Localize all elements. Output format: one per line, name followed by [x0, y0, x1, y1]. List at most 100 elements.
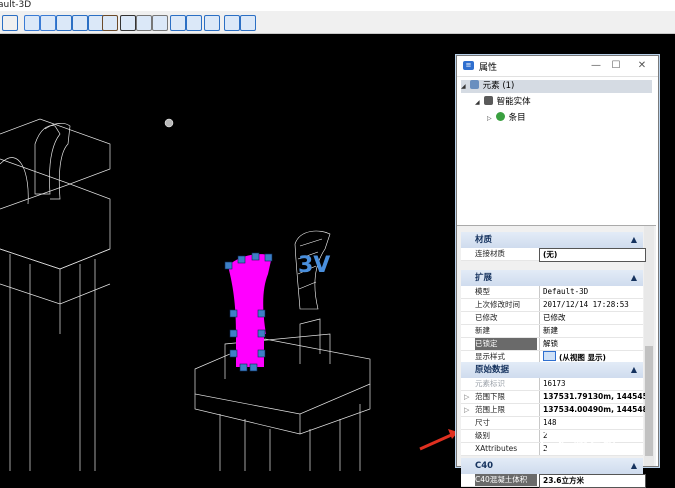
- window-title: ault-3D: [0, 0, 32, 10]
- property-label: 范围下限: [475, 392, 505, 401]
- property-section: C40 ▲ C40混凝土体积 23.6立方米: [461, 458, 646, 488]
- property-value-text: 2017/12/14 17:28:53: [543, 300, 629, 309]
- properties-panel: ≡ 属性 — ☐ ✕ ◢ 元素 (1) ◢ 智能实体 ▷ 条目 材质 ▲ 连接材质 (无) 扩展 ▲…: [456, 55, 659, 488]
- property-value[interactable]: 137534.00490m, 144548.: [539, 404, 645, 416]
- zoom-window-icon[interactable]: [56, 15, 72, 31]
- fit-view-icon[interactable]: [72, 15, 88, 31]
- property-value[interactable]: 解锁: [539, 338, 645, 350]
- tree-item[interactable]: ▷ 条目: [487, 112, 526, 125]
- section-header[interactable]: 扩展 ▲: [461, 270, 643, 286]
- properties-app-icon: ≡: [463, 61, 474, 70]
- panel-title: 属性: [479, 63, 498, 73]
- property-grid: 材质 ▲ 连接材质 (无) 扩展 ▲ 模型 Default-3D 上次修改时间 2017/12/1…: [457, 226, 656, 488]
- section-header[interactable]: 材质 ▲: [461, 232, 643, 248]
- property-label: 范围上限: [475, 405, 505, 414]
- tree-item-label: 条目: [508, 113, 526, 123]
- property-label: 已锁定: [475, 338, 537, 350]
- section-header[interactable]: C40 ▲: [461, 458, 643, 474]
- property-row[interactable]: 已锁定 解锁: [461, 338, 643, 351]
- view-next-icon[interactable]: [186, 15, 202, 31]
- property-row[interactable]: ▷ 范围上限 137534.00490m, 144548.: [461, 404, 645, 417]
- property-value[interactable]: (无): [539, 248, 646, 262]
- property-value[interactable]: 16173: [539, 378, 645, 390]
- property-label: C40混凝土体积: [475, 474, 537, 486]
- close-button[interactable]: ✕: [634, 59, 650, 73]
- property-row[interactable]: 上次修改时间 2017/12/14 17:28:53: [461, 299, 643, 312]
- maximize-button[interactable]: ☐: [608, 59, 624, 73]
- expand-toggle-icon[interactable]: ◢: [475, 96, 480, 109]
- tree-item-label: 元素 (1): [482, 81, 515, 91]
- watermark-logo-icon: [541, 431, 561, 451]
- property-label: 级别: [475, 431, 490, 440]
- property-label: 模型: [475, 287, 490, 296]
- property-row[interactable]: 连接材质 (无): [461, 248, 646, 262]
- zoom-out-icon[interactable]: [40, 15, 56, 31]
- property-row[interactable]: C40混凝土体积 23.6立方米: [461, 474, 646, 488]
- window-title-bar: ault-3D: [0, 0, 675, 11]
- tree-item-label: 智能实体: [496, 97, 531, 107]
- property-value-text: (从视图 显示): [559, 353, 606, 362]
- fly-icon[interactable]: [136, 15, 152, 31]
- property-value[interactable]: Default-3D: [539, 286, 645, 298]
- smart-solid-icon: [483, 96, 493, 105]
- property-value[interactable]: 已修改: [539, 312, 645, 324]
- collapse-chevron-icon[interactable]: ▲: [631, 362, 637, 378]
- render-icon[interactable]: [240, 15, 256, 31]
- viewport-3d-label: 3V: [298, 253, 330, 278]
- pan-icon[interactable]: [102, 15, 118, 31]
- property-section: 材质 ▲ 连接材质 (无): [461, 232, 646, 262]
- tree-item[interactable]: ◢ 元素 (1): [461, 80, 652, 93]
- property-label: 尺寸: [475, 418, 490, 427]
- property-value[interactable]: 23.6立方米: [539, 474, 646, 488]
- undo-icon[interactable]: [2, 15, 18, 31]
- property-label: 新建: [475, 326, 490, 335]
- property-label: 连接材质: [475, 249, 505, 258]
- property-row[interactable]: 模型 Default-3D: [461, 286, 643, 299]
- panel-title-bar: ≡ 属性 — ☐ ✕: [457, 56, 658, 77]
- section-title: 原始数据: [475, 365, 510, 375]
- minimize-button[interactable]: —: [588, 59, 604, 73]
- property-label: 已修改: [475, 313, 498, 322]
- section-title: C40: [475, 461, 494, 471]
- property-value[interactable]: 新建: [539, 325, 645, 337]
- expand-toggle-icon[interactable]: ▷: [487, 112, 492, 125]
- collapse-chevron-icon[interactable]: ▲: [631, 270, 637, 286]
- property-value-text: 新建: [543, 326, 558, 335]
- property-row[interactable]: ▷ 范围下限 137531.79130m, 144545.: [461, 391, 645, 404]
- view-previous-icon[interactable]: [170, 15, 186, 31]
- scroll-thumb[interactable]: [645, 346, 653, 456]
- property-value-text: 16173: [543, 379, 566, 388]
- expand-toggle-icon[interactable]: ◢: [461, 80, 466, 93]
- property-value-text: 148: [543, 418, 557, 427]
- section-header[interactable]: 原始数据 ▲: [461, 362, 643, 378]
- property-scrollbar[interactable]: [644, 226, 654, 466]
- property-value-text: 已修改: [543, 313, 566, 322]
- section-title: 扩展: [475, 273, 493, 283]
- property-value[interactable]: 2017/12/14 17:28:53: [539, 299, 645, 311]
- property-row[interactable]: 尺寸 148: [461, 417, 643, 430]
- zoom-in-icon[interactable]: [24, 15, 40, 31]
- view-toolbar: [0, 11, 675, 34]
- property-value-text: Default-3D: [543, 287, 589, 296]
- property-value-text: 137534.00490m, 144548.: [543, 405, 645, 414]
- copy-view-icon[interactable]: [204, 15, 220, 31]
- property-row[interactable]: 元素标识 16173: [461, 378, 643, 391]
- property-value[interactable]: 148: [539, 417, 645, 429]
- tree-item[interactable]: ◢ 智能实体: [475, 96, 531, 109]
- row-expand-icon[interactable]: ▷: [464, 404, 469, 416]
- section-title: 材质: [475, 235, 493, 245]
- element-tree: ◢ 元素 (1) ◢ 智能实体 ▷ 条目: [457, 77, 656, 226]
- collapse-chevron-icon[interactable]: ▲: [631, 232, 637, 248]
- row-expand-icon[interactable]: ▷: [464, 391, 469, 403]
- cursor-marker: [164, 118, 174, 128]
- property-label: 上次修改时间: [475, 300, 520, 309]
- property-value-text: (无): [543, 250, 558, 259]
- camera-icon[interactable]: [152, 15, 168, 31]
- property-row[interactable]: 新建 新建: [461, 325, 643, 338]
- view-attributes-icon[interactable]: [224, 15, 240, 31]
- property-row[interactable]: 已修改 已修改: [461, 312, 643, 325]
- property-value[interactable]: 137531.79130m, 144545.: [539, 391, 645, 403]
- selected-element-highlight: [224, 252, 273, 372]
- walk-icon[interactable]: [120, 15, 136, 31]
- collapse-chevron-icon[interactable]: ▲: [631, 458, 637, 474]
